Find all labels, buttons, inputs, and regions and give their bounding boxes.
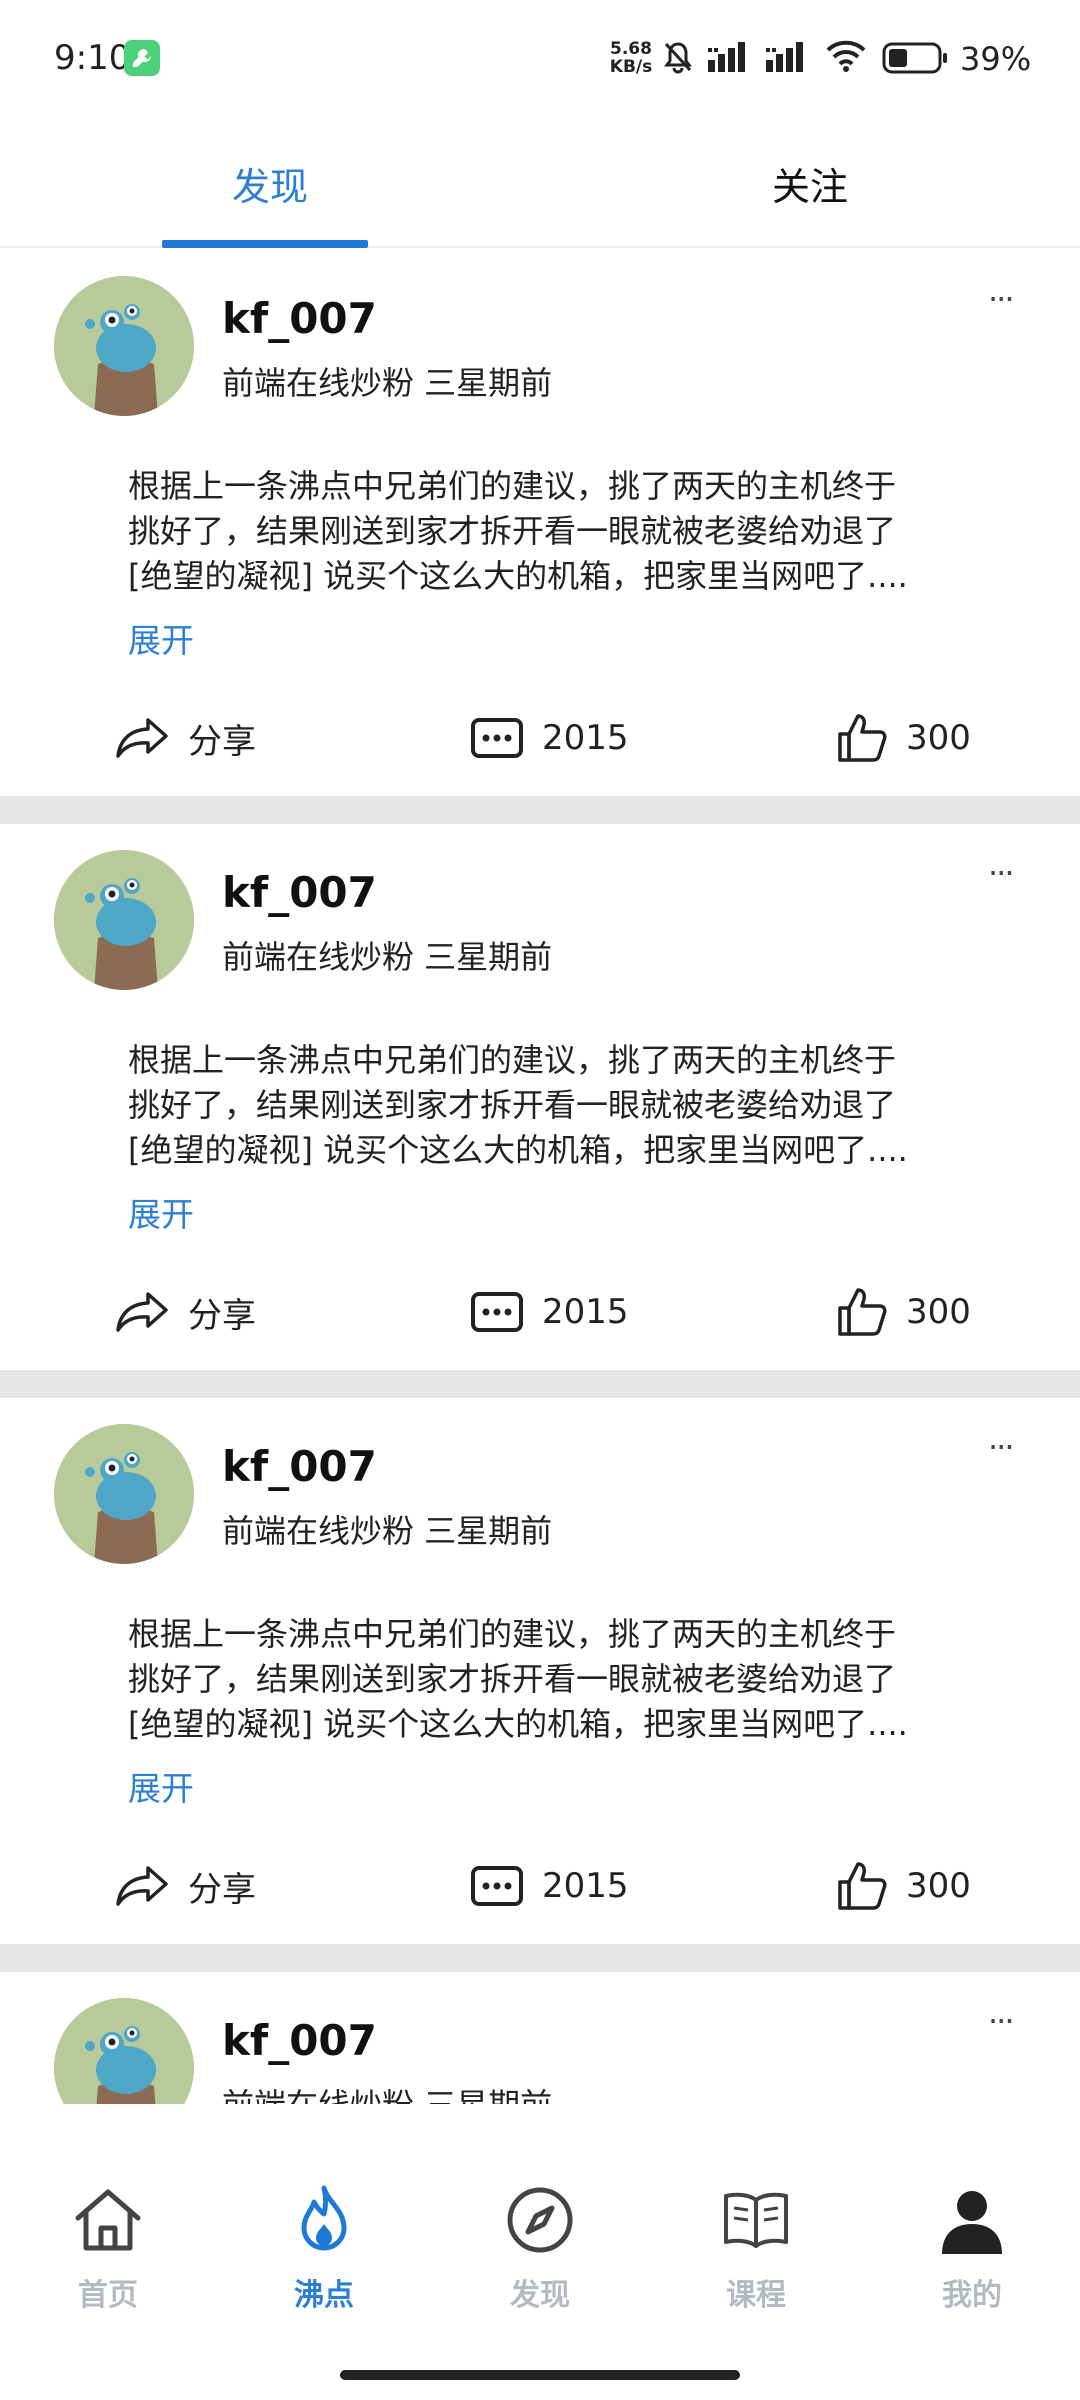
net-speed: 5.68 KB/s	[604, 40, 658, 76]
avatar[interactable]	[54, 1424, 194, 1564]
profile-icon	[942, 2191, 1002, 2254]
username[interactable]: kf_007	[222, 868, 377, 917]
comment-count: 2015	[542, 1866, 629, 1906]
comment-button[interactable]: 2015	[470, 1858, 629, 1914]
home-icon	[75, 2189, 141, 2251]
share-label: 分享	[188, 1295, 256, 1336]
like-count: 300	[906, 1292, 971, 1332]
expand-link[interactable]: 展开	[128, 1762, 194, 1810]
user-subtitle: 前端在线炒粉 三星期前	[222, 938, 553, 976]
user-subtitle: 前端在线炒粉 三星期前	[222, 2080, 552, 2104]
username[interactable]: kf_007	[222, 294, 377, 343]
battery-icon	[882, 42, 947, 74]
content-line: 根据上一条沸点中兄弟们的建议，挑了两天的主机终于	[128, 1615, 897, 1653]
expand-link[interactable]: 展开	[128, 614, 194, 662]
like-count: 300	[906, 1866, 971, 1906]
share-label: 分享	[188, 721, 256, 762]
flame-icon	[301, 2185, 347, 2251]
bottom-nav: 首页 沸点 发现 课程 我的	[0, 2104, 1080, 2400]
nav-label: 首页	[78, 2278, 138, 2313]
post-content[interactable]: 根据上一条沸点中兄弟们的建议，挑了两天的主机终于 挑好了，结果刚送到家才拆开看一…	[128, 464, 968, 599]
post-card[interactable]: kf_007 前端在线炒粉 三星期前 ··· 根据上一条沸点中兄弟们的建议，挑了…	[0, 1398, 1080, 1944]
thumbs-up-icon	[838, 1862, 887, 1910]
share-icon	[116, 718, 168, 758]
comment-icon	[471, 1866, 523, 1906]
username[interactable]: kf_007	[222, 2016, 377, 2065]
more-options-button[interactable]: ···	[988, 2002, 1014, 2040]
share-icon	[116, 1866, 168, 1906]
avatar[interactable]	[54, 276, 194, 416]
share-button[interactable]: 分享	[114, 1858, 256, 1914]
content-line: 根据上一条沸点中兄弟们的建议，挑了两天的主机终于	[128, 467, 897, 505]
comment-icon	[471, 718, 523, 758]
share-label: 分享	[188, 1869, 256, 1910]
like-button[interactable]: 300	[836, 1858, 971, 1914]
comment-button[interactable]: 2015	[470, 1284, 629, 1340]
book-icon	[724, 2192, 788, 2248]
username[interactable]: kf_007	[222, 1442, 377, 1491]
signal-icon	[766, 42, 803, 72]
content-line: [绝望的凝视] 说买个这么大的机箱，把家里当网吧了....	[128, 557, 908, 595]
nav-label: 我的	[942, 2278, 1002, 2313]
content-line: 挑好了，结果刚送到家才拆开看一眼就被老婆给劝退了	[128, 1086, 897, 1124]
share-icon	[116, 1292, 168, 1332]
post-separator	[0, 796, 1080, 824]
tool-badge-icon	[124, 40, 160, 76]
nav-label: 发现	[510, 2278, 570, 2313]
signal-icon	[708, 42, 745, 72]
top-tab-bar: 发现 关注	[0, 112, 1080, 248]
post-card[interactable]: kf_007 前端在线炒粉 三星期前 ···	[0, 1972, 1080, 2104]
post-content[interactable]: 根据上一条沸点中兄弟们的建议，挑了两天的主机终于 挑好了，结果刚送到家才拆开看一…	[128, 1612, 968, 1747]
net-speed-unit: KB/s	[609, 57, 653, 77]
content-line: [绝望的凝视] 说买个这么大的机箱，把家里当网吧了....	[128, 1131, 908, 1169]
comment-count: 2015	[542, 1292, 629, 1332]
content-line: 根据上一条沸点中兄弟们的建议，挑了两天的主机终于	[128, 1041, 897, 1079]
nav-label: 课程	[726, 2278, 786, 2313]
active-tab-indicator	[162, 240, 368, 248]
share-button[interactable]: 分享	[114, 1284, 256, 1340]
nav-discover[interactable]: 发现	[480, 2184, 600, 2314]
compass-icon	[507, 2187, 573, 2253]
wifi-icon	[826, 40, 866, 72]
thumbs-up-icon	[838, 1288, 887, 1336]
post-separator	[0, 1370, 1080, 1398]
nav-courses[interactable]: 课程	[696, 2184, 816, 2314]
home-indicator[interactable]	[340, 2370, 740, 2380]
post-card[interactable]: kf_007 前端在线炒粉 三星期前 ··· 根据上一条沸点中兄弟们的建议，挑了…	[0, 250, 1080, 796]
comment-count: 2015	[542, 718, 629, 758]
avatar[interactable]	[54, 850, 194, 990]
tab-following[interactable]: 关注	[680, 156, 940, 211]
user-subtitle: 前端在线炒粉 三星期前	[222, 364, 553, 402]
status-bar: 9:10 5.68 KB/s 39%	[0, 0, 1080, 112]
like-button[interactable]: 300	[836, 710, 971, 766]
nav-home[interactable]: 首页	[48, 2184, 168, 2314]
feed-list[interactable]: kf_007 前端在线炒粉 三星期前 ··· 根据上一条沸点中兄弟们的建议，挑了…	[0, 250, 1080, 2104]
content-line: 挑好了，结果刚送到家才拆开看一眼就被老婆给劝退了	[128, 1660, 897, 1698]
like-button[interactable]: 300	[836, 1284, 971, 1340]
user-subtitle: 前端在线炒粉 三星期前	[222, 1512, 553, 1550]
thumbs-up-icon	[838, 714, 887, 762]
expand-link[interactable]: 展开	[128, 1188, 194, 1236]
share-button[interactable]: 分享	[114, 710, 256, 766]
post-card[interactable]: kf_007 前端在线炒粉 三星期前 ··· 根据上一条沸点中兄弟们的建议，挑了…	[0, 824, 1080, 1370]
nav-pins[interactable]: 沸点	[264, 2184, 384, 2314]
mute-icon	[664, 42, 692, 74]
more-options-button[interactable]: ···	[988, 280, 1014, 318]
battery-percent: 39%	[960, 40, 1032, 78]
nav-profile[interactable]: 我的	[912, 2184, 1032, 2314]
post-content[interactable]: 根据上一条沸点中兄弟们的建议，挑了两天的主机终于 挑好了，结果刚送到家才拆开看一…	[128, 1038, 968, 1173]
status-time: 9:10	[54, 38, 131, 78]
post-separator	[0, 1944, 1080, 1972]
tab-discover[interactable]: 发现	[140, 156, 400, 211]
more-options-button[interactable]: ···	[988, 1428, 1014, 1466]
like-count: 300	[906, 718, 971, 758]
comment-icon	[471, 1292, 523, 1332]
content-line: [绝望的凝视] 说买个这么大的机箱，把家里当网吧了....	[128, 1705, 908, 1743]
avatar[interactable]	[54, 1998, 194, 2104]
comment-button[interactable]: 2015	[470, 710, 629, 766]
net-speed-value: 5.68	[610, 39, 652, 59]
content-line: 挑好了，结果刚送到家才拆开看一眼就被老婆给劝退了	[128, 512, 897, 550]
nav-label: 沸点	[294, 2278, 354, 2313]
more-options-button[interactable]: ···	[988, 854, 1014, 892]
